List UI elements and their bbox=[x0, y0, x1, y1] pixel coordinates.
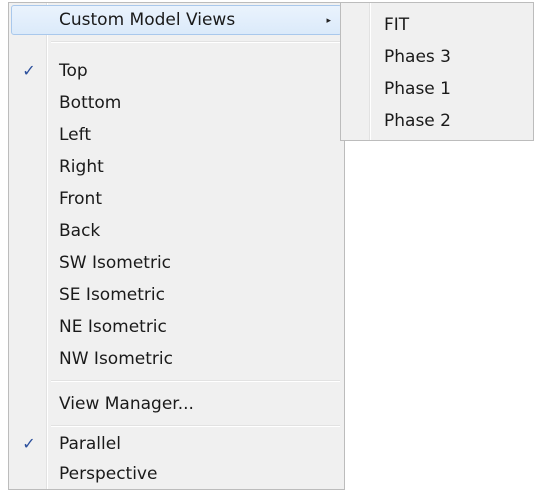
menu-item-label: SE Isometric bbox=[59, 285, 165, 305]
menu-separator bbox=[51, 380, 340, 382]
menu-item-label: NW Isometric bbox=[59, 349, 173, 369]
menu-item-sw-isometric[interactable]: SW Isometric bbox=[11, 248, 342, 278]
menu-item-label: Right bbox=[59, 157, 104, 177]
menu-item-left[interactable]: Left bbox=[11, 120, 342, 150]
menu-item-parallel[interactable]: ✓ Parallel bbox=[11, 429, 342, 459]
submenu-item-label: Phaes 3 bbox=[384, 47, 451, 67]
menu-item-label: View Manager... bbox=[59, 394, 194, 414]
menu-item-label: Front bbox=[59, 189, 102, 209]
view-context-menu: Custom Model Views ▸ ✓ Top Bottom Left R… bbox=[8, 2, 345, 490]
menu-item-se-isometric[interactable]: SE Isometric bbox=[11, 280, 342, 310]
menu-separator bbox=[51, 425, 340, 427]
submenu-item-label: FIT bbox=[384, 15, 410, 35]
menu-item-label: Custom Model Views bbox=[59, 10, 236, 30]
submenu-item-phase-1[interactable]: Phase 1 bbox=[343, 74, 531, 104]
custom-model-views-submenu: FIT Phaes 3 Phase 1 Phase 2 bbox=[340, 2, 534, 141]
menu-item-ne-isometric[interactable]: NE Isometric bbox=[11, 312, 342, 342]
check-icon: ✓ bbox=[22, 61, 36, 80]
submenu-item-phaes-3[interactable]: Phaes 3 bbox=[343, 42, 531, 72]
menu-item-label: NE Isometric bbox=[59, 317, 167, 337]
submenu-item-phase-2[interactable]: Phase 2 bbox=[343, 106, 531, 136]
submenu-item-label: Phase 2 bbox=[384, 111, 451, 131]
menu-item-view-manager[interactable]: View Manager... bbox=[11, 389, 342, 419]
submenu-item-label: Phase 1 bbox=[384, 79, 451, 99]
menu-item-top[interactable]: ✓ Top bbox=[11, 56, 342, 86]
menu-item-back[interactable]: Back bbox=[11, 216, 342, 246]
menu-item-custom-model-views[interactable]: Custom Model Views ▸ bbox=[11, 5, 342, 35]
check-icon: ✓ bbox=[22, 434, 36, 453]
menu-item-perspective[interactable]: Perspective bbox=[11, 459, 342, 489]
menu-item-front[interactable]: Front bbox=[11, 184, 342, 214]
submenu-arrow-icon: ▸ bbox=[326, 16, 331, 26]
menu-item-label: Back bbox=[59, 221, 101, 241]
menu-item-label: Bottom bbox=[59, 93, 122, 113]
menu-item-bottom[interactable]: Bottom bbox=[11, 88, 342, 118]
menu-item-label: Parallel bbox=[59, 434, 121, 454]
menu-item-nw-isometric[interactable]: NW Isometric bbox=[11, 344, 342, 374]
menu-item-label: Perspective bbox=[59, 464, 158, 484]
menu-item-label: Left bbox=[59, 125, 91, 145]
menu-item-label: Top bbox=[59, 61, 88, 81]
menu-separator bbox=[51, 41, 340, 43]
screen: Custom Model Views ▸ ✓ Top Bottom Left R… bbox=[0, 0, 534, 493]
menu-item-label: SW Isometric bbox=[59, 253, 172, 273]
menu-item-right[interactable]: Right bbox=[11, 152, 342, 182]
submenu-item-fit[interactable]: FIT bbox=[343, 10, 531, 40]
